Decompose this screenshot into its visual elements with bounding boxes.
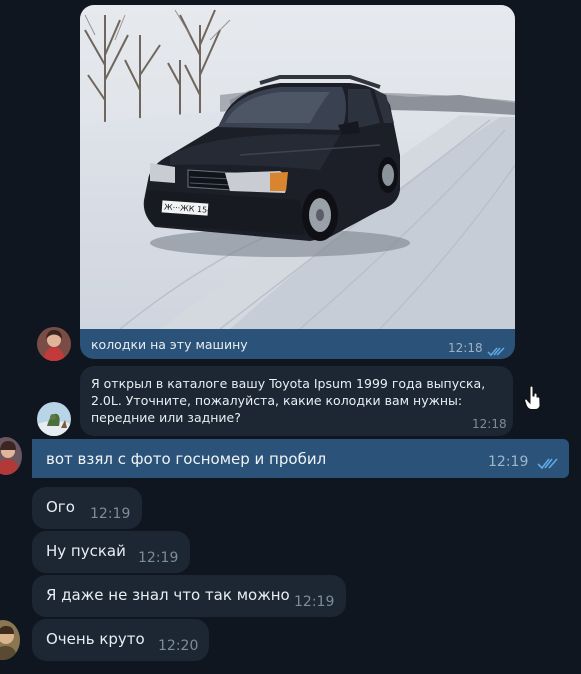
avatar-image	[0, 620, 20, 660]
outgoing-message-time: 12:19	[488, 454, 529, 470]
incoming-message-text: Ну пускай	[46, 542, 126, 560]
incoming-message[interactable]: Ну пускай 12:19	[32, 531, 190, 573]
incoming-message-time: 12:19	[294, 594, 335, 610]
bot-message-time: 12:18	[472, 417, 507, 431]
incoming-message[interactable]: Ого 12:19	[32, 487, 142, 529]
bot-message[interactable]: Я открыл в каталоге вашу Toyota Ipsum 19…	[80, 366, 513, 436]
double-check-icon	[537, 455, 559, 474]
incoming-message-time: 12:19	[138, 550, 179, 566]
bot-message-text: Я открыл в каталоге вашу Toyota Ipsum 19…	[91, 376, 486, 425]
avatar[interactable]	[0, 437, 22, 475]
incoming-message-time: 12:20	[158, 638, 199, 654]
outgoing-message[interactable]: вот взял с фото госномер и пробил 12:19	[32, 439, 569, 478]
incoming-message[interactable]: Очень круто 12:20	[32, 619, 209, 661]
incoming-message-text: Очень круто	[46, 630, 145, 648]
incoming-message-time: 12:19	[90, 506, 131, 522]
photo-message[interactable]: Ж···ЖК 154 колодки на эту машину 12:18	[80, 5, 515, 359]
avatar-image	[0, 437, 22, 475]
photo-time: 12:18	[448, 341, 483, 355]
bot-avatar-image	[37, 402, 71, 436]
car-photo-image: Ж···ЖК 154	[80, 5, 515, 329]
avatar[interactable]	[37, 327, 71, 361]
incoming-message-text: Ого	[46, 498, 75, 516]
bot-avatar[interactable]	[37, 402, 71, 436]
photo-caption: колодки на эту машину	[91, 337, 248, 352]
car-photo[interactable]: Ж···ЖК 154	[80, 5, 515, 329]
double-check-icon	[487, 342, 505, 359]
incoming-message[interactable]: Я даже не знал что так можно 12:19	[32, 575, 346, 617]
avatar[interactable]	[0, 620, 20, 660]
outgoing-message-text: вот взял с фото госномер и пробил	[46, 450, 327, 468]
hand-pointer-icon	[524, 385, 542, 414]
incoming-message-text: Я даже не знал что так можно	[46, 586, 290, 604]
avatar-image	[37, 327, 71, 361]
